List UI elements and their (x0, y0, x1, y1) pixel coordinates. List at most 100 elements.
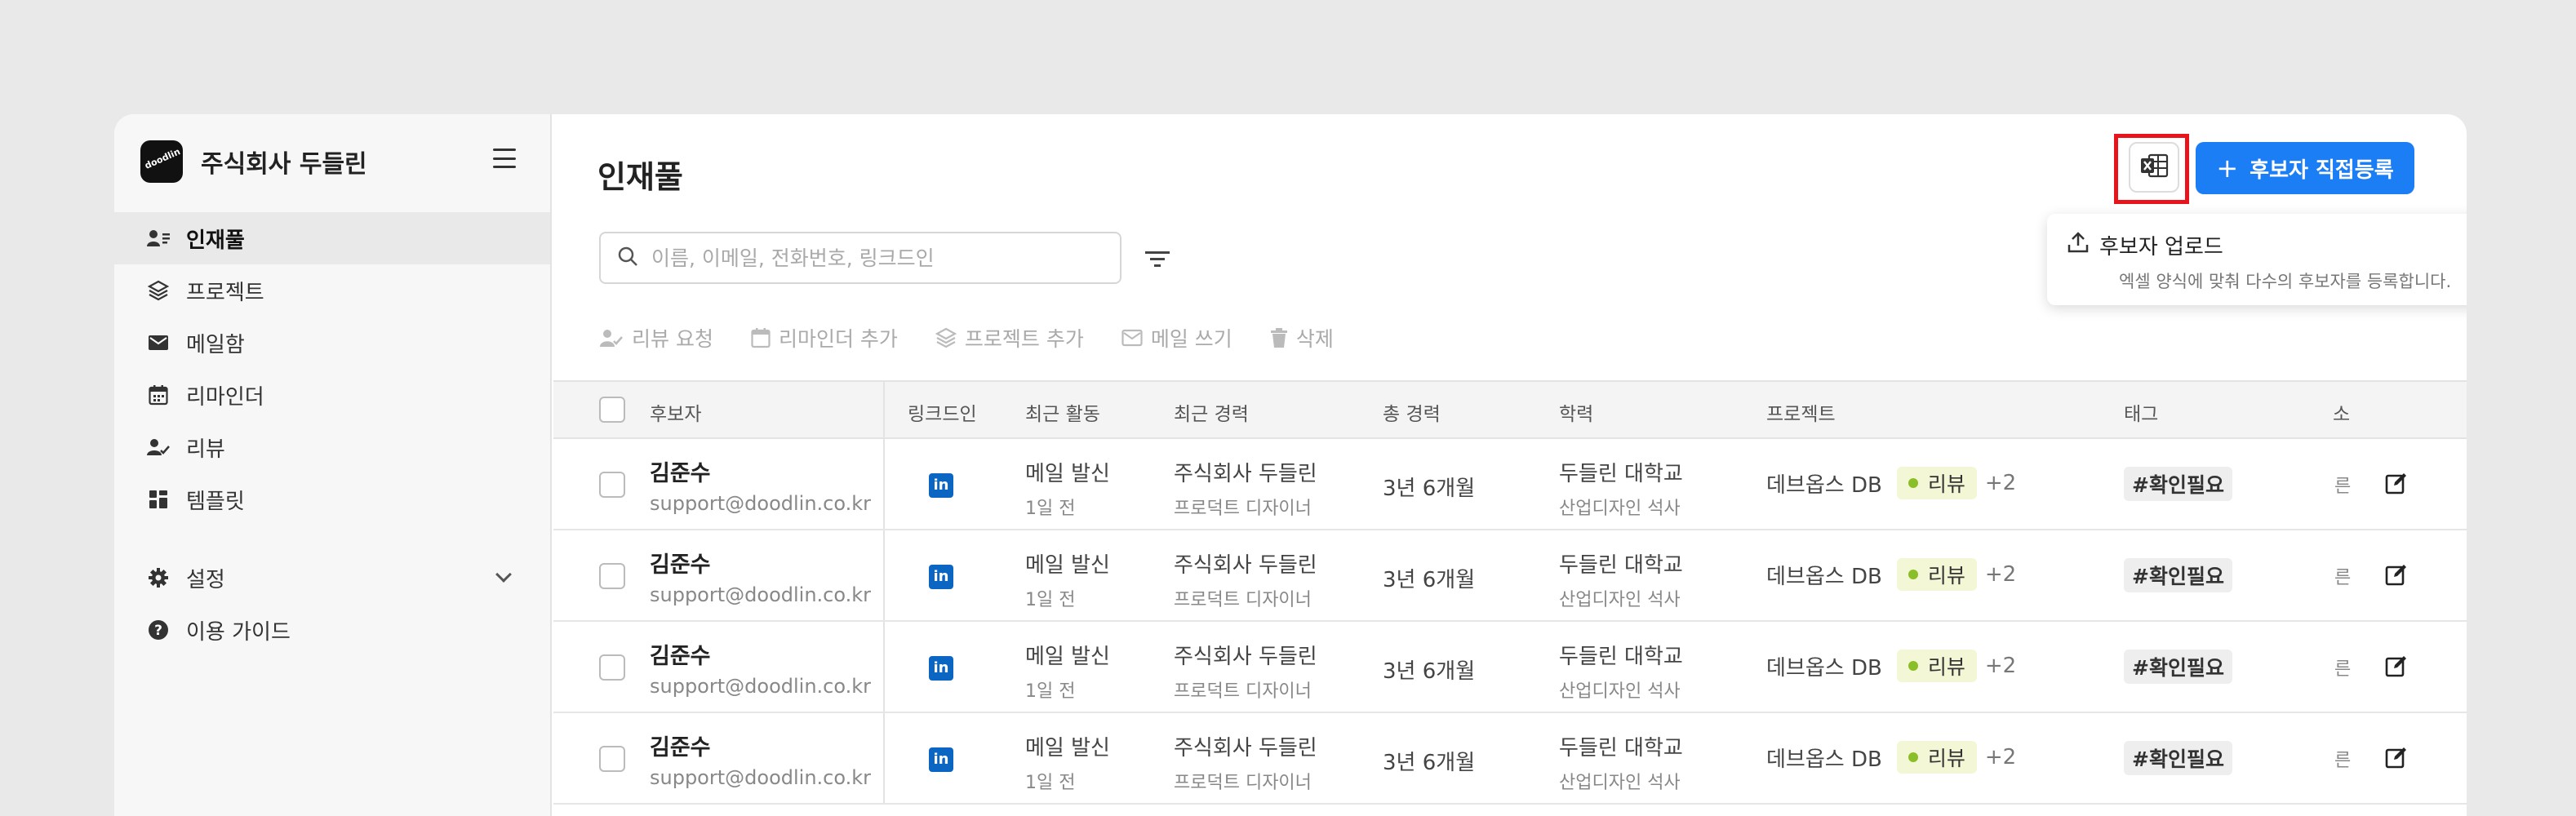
row-checkbox[interactable] (599, 746, 625, 772)
col-linkedin[interactable]: 링크드인 (908, 398, 977, 426)
calendar-icon (751, 327, 771, 348)
search-box[interactable] (599, 232, 1121, 284)
select-all-checkbox[interactable] (599, 397, 625, 423)
total-career: 3년 6개월 (1383, 659, 1476, 684)
search-input[interactable] (651, 246, 1108, 270)
hamburger-menu-icon[interactable] (493, 149, 516, 168)
layers-icon (935, 327, 957, 348)
row-checkbox[interactable] (599, 654, 625, 681)
career-cell: 주식회사 두들린 프로덕트 디자이너 (1174, 548, 1317, 611)
table-row[interactable]: 김준수 support@doodlin.co.kr in 메일 발신 1일 전 … (553, 622, 2467, 713)
candidate-name[interactable]: 김준수 (650, 730, 871, 761)
delete-button[interactable]: 삭제 (1270, 323, 1334, 353)
add-reminder-button[interactable]: 리마인더 추가 (751, 323, 898, 353)
user-check-icon (147, 436, 170, 459)
row-checkbox[interactable] (599, 472, 625, 498)
row-checkbox[interactable] (599, 563, 625, 589)
review-request-button[interactable]: 리뷰 요청 (599, 323, 713, 353)
chevron-down-icon[interactable] (495, 566, 512, 583)
candidate-name[interactable]: 김준수 (650, 547, 871, 579)
highlight-box (2114, 134, 2189, 204)
register-candidate-button[interactable]: + 후보자 직접등록 (2196, 142, 2414, 194)
project-name[interactable]: 데브옵스 DB (1766, 651, 1882, 681)
write-mail-button[interactable]: 메일 쓰기 (1121, 323, 1232, 353)
candidate-cell[interactable]: 김준수 support@doodlin.co.kr (650, 455, 871, 515)
column-divider (883, 439, 885, 529)
candidate-cell[interactable]: 김준수 support@doodlin.co.kr (650, 730, 871, 789)
status-badge[interactable]: 리뷰 (1896, 741, 1977, 774)
project-cell[interactable]: 데브옵스 DB 리뷰 +2 (1766, 467, 2016, 499)
project-name[interactable]: 데브옵스 DB (1766, 468, 1882, 499)
activity-time: 1일 전 (1025, 499, 1076, 519)
upload-dropdown[interactable]: 후보자 업로드 엑셀 양식에 맞춰 다수의 후보자를 등록합니다. (2047, 214, 2467, 305)
status-badge[interactable]: 리뷰 (1896, 467, 1977, 499)
sidebar-item-mailbox[interactable]: 메일함 (114, 317, 550, 369)
project-cell[interactable]: 데브옵스 DB 리뷰 +2 (1766, 558, 2016, 591)
candidate-name[interactable]: 김준수 (650, 638, 871, 670)
col-career[interactable]: 최근 경력 (1174, 398, 1249, 426)
sidebar-item-reminder[interactable]: 리마인더 (114, 369, 550, 421)
tag-chip[interactable]: #확인필요 (2124, 650, 2232, 684)
project-name[interactable]: 데브옵스 DB (1766, 560, 1882, 590)
upload-candidate-option[interactable]: 후보자 업로드 (2067, 230, 2467, 260)
svg-text:?: ? (154, 623, 162, 639)
col-tag[interactable]: 태그 (2124, 398, 2158, 426)
table-row[interactable]: 김준수 support@doodlin.co.kr in 메일 발신 1일 전 … (553, 439, 2467, 530)
activity-type: 메일 발신 (1025, 736, 1110, 761)
register-button-label: 후보자 직접등록 (2250, 157, 2394, 183)
edit-icon[interactable] (2385, 654, 2408, 677)
sidebar-item-talent-pool[interactable]: 인재풀 (114, 212, 550, 264)
more-projects-count[interactable]: +2 (1985, 745, 2016, 769)
table-row[interactable]: 김준수 support@doodlin.co.kr in 메일 발신 1일 전 … (553, 713, 2467, 805)
activity-time: 1일 전 (1025, 773, 1076, 793)
education-school: 두들린 대학교 (1559, 645, 1683, 669)
table-row[interactable]: 김준수 support@doodlin.co.kr in 메일 발신 1일 전 … (553, 530, 2467, 622)
col-activity[interactable]: 최근 활동 (1025, 398, 1100, 426)
sidebar-item-label: 메일함 (186, 332, 245, 357)
brand[interactable]: doodlin 주식회사 두들린 (140, 137, 367, 186)
sidebar-item-settings[interactable]: 설정 (114, 552, 550, 604)
linkedin-icon[interactable]: in (929, 473, 953, 498)
add-project-button[interactable]: 프로젝트 추가 (935, 323, 1084, 353)
edit-icon[interactable] (2385, 746, 2408, 769)
col-education[interactable]: 학력 (1559, 398, 1593, 426)
candidate-name[interactable]: 김준수 (650, 455, 871, 487)
more-projects-count[interactable]: +2 (1985, 471, 2016, 495)
sidebar-item-template[interactable]: 템플릿 (114, 473, 550, 526)
candidate-cell[interactable]: 김준수 support@doodlin.co.kr (650, 638, 871, 698)
status-dot (1908, 570, 1918, 579)
tag-cell: #확인필요 (2124, 467, 2232, 501)
delete-label: 삭제 (1295, 327, 1334, 351)
tag-chip[interactable]: #확인필요 (2124, 558, 2232, 592)
project-cell[interactable]: 데브옵스 DB 리뷰 +2 (1766, 650, 2016, 682)
calendar-icon (147, 384, 170, 406)
career-role: 프로덕트 디자이너 (1174, 499, 1312, 519)
edit-icon[interactable] (2385, 563, 2408, 586)
col-extra[interactable]: 소 (2333, 398, 2350, 426)
col-project[interactable]: 프로젝트 (1766, 398, 1836, 426)
col-total[interactable]: 총 경력 (1383, 398, 1441, 426)
status-badge[interactable]: 리뷰 (1896, 558, 1977, 591)
linkedin-icon[interactable]: in (929, 747, 953, 772)
extra-cell: 른 (2334, 751, 2352, 771)
tag-chip[interactable]: #확인필요 (2124, 741, 2232, 775)
more-projects-count[interactable]: +2 (1985, 654, 2016, 678)
sidebar-item-review[interactable]: 리뷰 (114, 421, 550, 473)
linkedin-icon[interactable]: in (929, 656, 953, 681)
linkedin-icon[interactable]: in (929, 565, 953, 589)
more-projects-count[interactable]: +2 (1985, 562, 2016, 587)
filter-icon[interactable] (1143, 246, 1172, 271)
add-reminder-label: 리마인더 추가 (778, 327, 898, 351)
main-content: 인재풀 + 후보자 직접등록 후보자 업로드 (553, 114, 2467, 816)
status-badge[interactable]: 리뷰 (1896, 650, 1977, 682)
sidebar-item-guide[interactable]: ? 이용 가이드 (114, 604, 550, 656)
candidate-cell[interactable]: 김준수 support@doodlin.co.kr (650, 547, 871, 606)
edit-icon[interactable] (2385, 472, 2408, 494)
project-cell[interactable]: 데브옵스 DB 리뷰 +2 (1766, 741, 2016, 774)
company-name: 주식회사 두들린 (201, 150, 367, 179)
education-school: 두들린 대학교 (1559, 736, 1683, 761)
col-candidate[interactable]: 후보자 (650, 398, 701, 426)
tag-chip[interactable]: #확인필요 (2124, 467, 2232, 501)
project-name[interactable]: 데브옵스 DB (1766, 743, 1882, 773)
sidebar-item-project[interactable]: 프로젝트 (114, 264, 550, 317)
